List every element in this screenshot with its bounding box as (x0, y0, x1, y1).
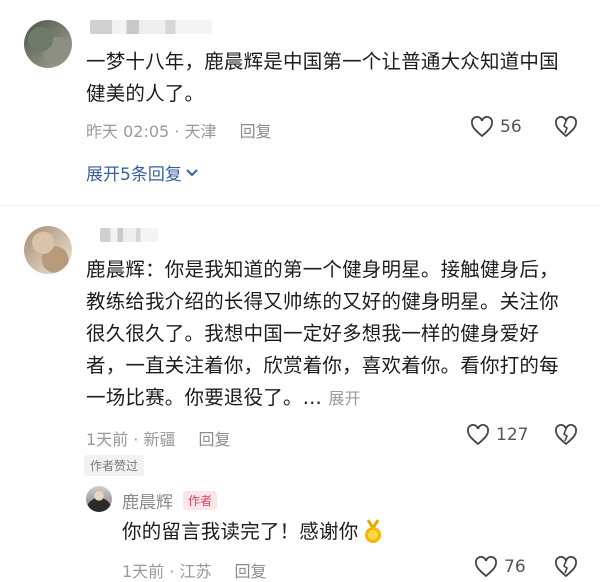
comment-text: 一梦十八年，鹿晨辉是中国第一个让普通大众知道中国 健美的人了。 (86, 46, 596, 110)
like-button[interactable]: 76 (474, 556, 526, 578)
author-avatar[interactable] (86, 486, 112, 512)
heart-icon (467, 424, 489, 446)
reply-text-content: 你的留言我读完了！感谢你 (122, 520, 359, 543)
comment-line: 一场比赛。你要退役了。... 展开 (86, 382, 596, 415)
comment-meta: 昨天 02:05 · 天津 回复 (86, 118, 272, 142)
reply-author: 鹿晨辉 作者 (122, 488, 218, 513)
chevron-down-icon (186, 168, 198, 176)
avatar[interactable] (24, 226, 72, 274)
comment-line: 者，一直关注着你，欣赏着你，喜欢着你。看你打的每 (86, 354, 559, 377)
reply-time-location: 1天前 · 江苏 (122, 562, 212, 581)
dislike-button[interactable] (554, 116, 578, 142)
comment-line: 一梦十八年，鹿晨辉是中国第一个让普通大众知道中国 (86, 50, 559, 73)
reply-meta: 1天前 · 江苏 回复 (122, 558, 267, 582)
reply-button[interactable]: 回复 (240, 122, 272, 141)
comment-line: 鹿晨辉：你是我知道的第一个健身明星。接触健身后， (86, 258, 559, 281)
comment-time-location: 昨天 02:05 · 天津 (86, 122, 217, 141)
avatar[interactable] (24, 20, 72, 68)
comment-line: 教练给我介绍的长得又帅练的又好的健身明星。关注你 (86, 290, 559, 313)
username-blurred[interactable] (90, 20, 212, 34)
comment-meta: 1天前 · 新疆 回复 (86, 426, 231, 450)
broken-heart-icon (555, 116, 577, 138)
comment-line: 很久很久了。我想中国一定好多想我一样的健身爱好 (86, 322, 540, 345)
author-tag: 作者 (183, 491, 218, 510)
broken-heart-icon (555, 556, 577, 578)
like-count: 127 (496, 425, 529, 445)
author-liked-badge: 作者赞过 (84, 455, 145, 476)
dislike-button[interactable] (554, 424, 578, 450)
expand-text-link[interactable]: 展开 (328, 389, 360, 408)
comment-text: 鹿晨辉：你是我知道的第一个健身明星。接触健身后， 教练给我介绍的长得又帅练的又好… (86, 254, 596, 415)
broken-heart-icon (555, 424, 577, 446)
reply-button[interactable]: 回复 (235, 562, 267, 581)
heart-icon (475, 556, 497, 578)
medal-emoji-icon (365, 519, 382, 543)
like-button[interactable]: 127 (466, 424, 528, 446)
reply-author-name[interactable]: 鹿晨辉 (122, 488, 173, 513)
like-button[interactable]: 56 (470, 116, 522, 138)
reply-text: 你的留言我读完了！感谢你 (122, 516, 384, 548)
divider (0, 205, 600, 206)
comment-line: 健美的人了。 (86, 82, 205, 105)
expand-replies-link[interactable]: 展开5条回复 (86, 160, 199, 185)
heart-icon (471, 116, 493, 138)
comment-time-location: 1天前 · 新疆 (86, 430, 176, 449)
like-count: 56 (500, 117, 522, 137)
reply-button[interactable]: 回复 (199, 430, 231, 449)
like-count: 76 (504, 557, 526, 577)
username-blurred[interactable] (100, 228, 158, 242)
comment-line-text: 一场比赛。你要退役了。... (86, 386, 322, 409)
expand-replies-label: 展开5条回复 (86, 165, 182, 185)
dislike-button[interactable] (554, 556, 578, 582)
